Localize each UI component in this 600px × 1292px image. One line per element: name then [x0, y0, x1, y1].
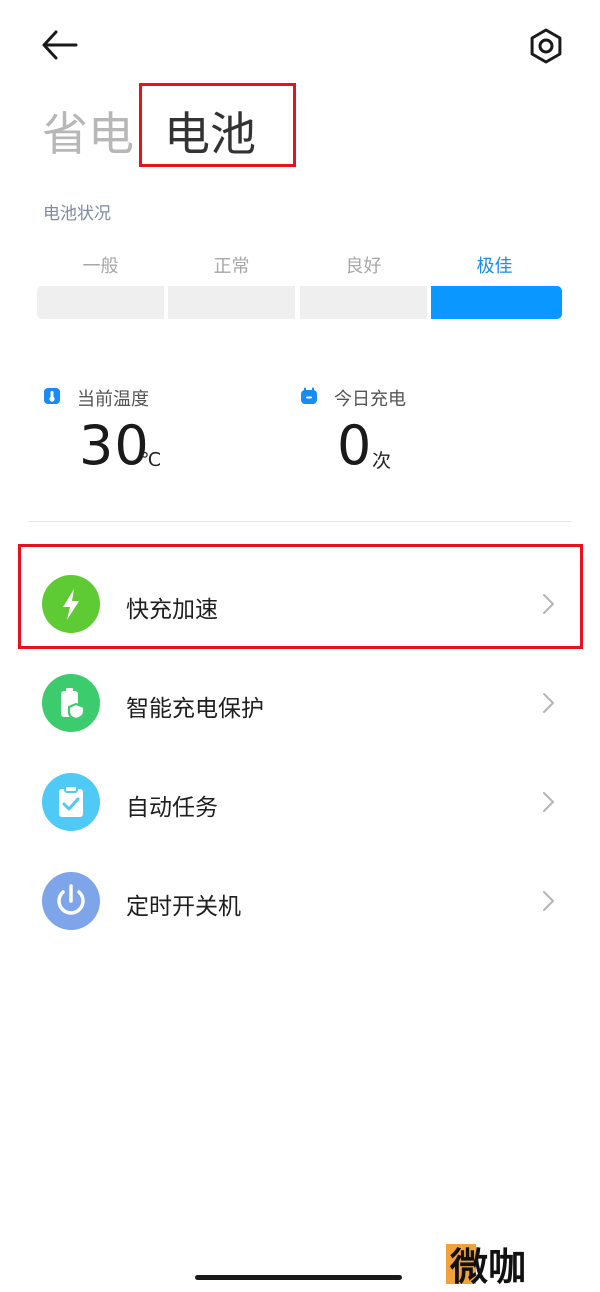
- menu-item-scheduled-power[interactable]: 定时开关机: [0, 853, 600, 949]
- temperature-label: 当前温度: [77, 389, 149, 410]
- watermark-logo: 微咖: [446, 1238, 556, 1289]
- charges-today-unit: 次: [372, 450, 392, 472]
- settings-button[interactable]: [522, 22, 570, 70]
- level-bar-normal: [168, 286, 295, 319]
- level-bar-excellent: [431, 286, 562, 319]
- highlight-box-fast-charge: [18, 544, 583, 649]
- back-arrow-icon: [42, 30, 78, 60]
- level-label-general: 一般: [82, 256, 119, 277]
- chevron-right-icon: [540, 691, 556, 715]
- back-button[interactable]: [36, 24, 84, 68]
- watermark-text: 微咖: [449, 1245, 526, 1288]
- thermometer-icon: [43, 387, 61, 405]
- power-icon: [42, 872, 100, 930]
- level-label-excellent: 极佳: [476, 256, 513, 277]
- battery-status-label: 电池状况: [43, 204, 111, 224]
- highlight-box-title: [139, 83, 296, 167]
- gear-icon: [530, 28, 562, 64]
- menu-item-smart-charge-protection[interactable]: 智能充电保护: [0, 655, 600, 751]
- temperature-unit: ℃: [140, 449, 162, 471]
- charges-today-label: 今日充电: [334, 389, 406, 410]
- level-label-good: 良好: [345, 256, 382, 277]
- menu-item-label: 自动任务: [126, 795, 218, 821]
- level-label-normal: 正常: [213, 256, 250, 277]
- menu-item-auto-tasks[interactable]: 自动任务: [0, 754, 600, 850]
- plug-icon: [300, 387, 318, 405]
- menu-item-label: 定时开关机: [126, 894, 241, 920]
- section-divider: [29, 521, 571, 522]
- home-indicator[interactable]: [195, 1275, 402, 1280]
- charges-today-value: 0: [337, 414, 373, 477]
- chevron-right-icon: [540, 790, 556, 814]
- level-bar-general: [37, 286, 164, 319]
- menu-item-label: 智能充电保护: [126, 696, 264, 722]
- clipboard-check-icon: [42, 773, 100, 831]
- chevron-right-icon: [540, 889, 556, 913]
- level-bar-good: [300, 286, 427, 319]
- tab-power-saving[interactable]: 省电: [42, 98, 134, 164]
- battery-shield-icon: [42, 674, 100, 732]
